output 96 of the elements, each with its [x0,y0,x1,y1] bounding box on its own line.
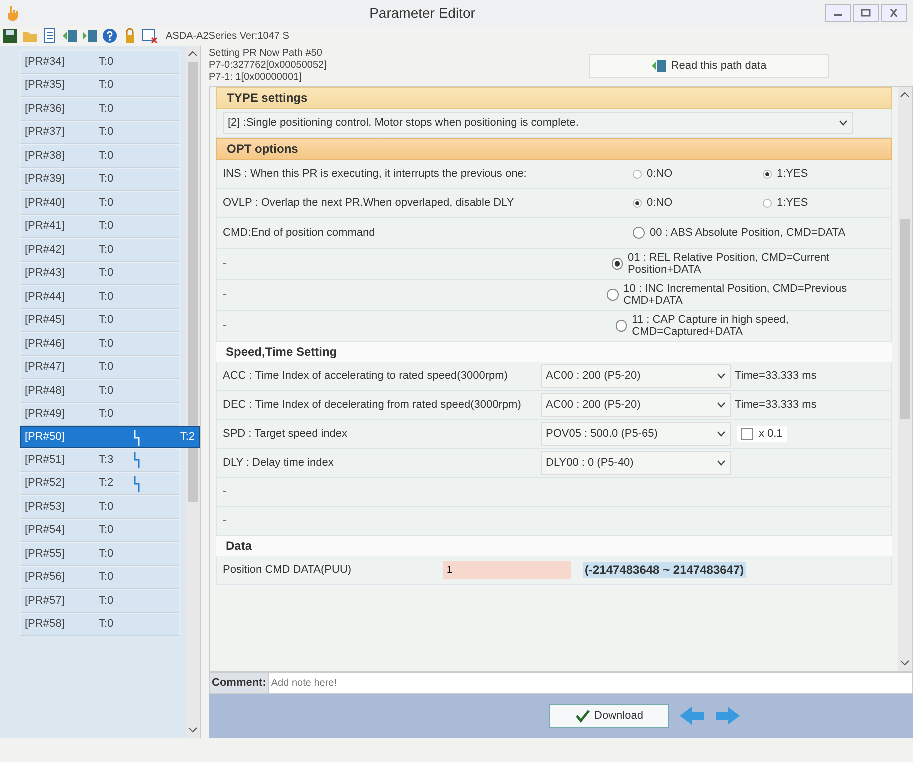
caret-icon[interactable] [717,431,726,437]
path-list-item[interactable]: [PR#42] T:0 [20,238,180,262]
window-icon[interactable] [142,28,159,44]
index-dropdown[interactable]: AC00 : 200 (P5-20) [541,364,731,388]
radio-button[interactable]: 01 : REL Relative Position, CMD=Current Position+DATA [612,252,891,276]
close-button[interactable] [881,4,907,22]
index-dropdown[interactable]: POV05 : 500.0 (P5-65) [541,422,731,446]
setting-label: DLY : Delay time index [223,457,335,469]
time-value: Time=33.333 ms [735,399,817,411]
radio-button[interactable]: 0:NO [633,197,723,209]
path-list-item[interactable]: [PR#58] T:0 [20,612,180,636]
path-list-item[interactable]: [PR#34] T:0 [20,50,180,74]
path-list-item[interactable]: [PR#49] T:0 [20,402,180,426]
range-text: (-2147483648 ~ 2147483647) [583,562,746,578]
option-label: - [223,258,228,270]
time-value: Time=33.333 ms [735,370,817,382]
radio-circle[interactable] [633,170,642,178]
radio-button[interactable]: 0:NO [633,168,723,180]
version-label: ASDA-A2Series Ver:1047 S [166,30,290,42]
path-list-item[interactable]: [PR#36] T:0 [20,97,180,120]
download-button[interactable]: Download [549,704,669,728]
path-list-item[interactable]: [PR#54] T:0 [20,518,180,542]
comment-field[interactable]: Add note here! [269,672,913,694]
caret-icon[interactable] [717,460,726,466]
radio-button[interactable]: 11 : CAP Capture in high speed, CMD=Captured+DATA [616,314,891,338]
index-dropdown[interactable]: AC00 : 200 (P5-20) [541,393,731,417]
close-icon[interactable] [889,9,899,17]
radio-circle[interactable] [633,227,645,239]
setting-label: - [223,486,228,498]
path-info-text: P7-0:327762[0x00050052] [209,60,328,72]
radio-button[interactable]: 1:YES [763,197,853,209]
option-label: CMD:End of position command [223,227,376,239]
scroll-bar[interactable] [898,87,912,671]
radio-circle[interactable] [616,320,628,332]
path-list-item[interactable]: [PR#47] T:0 [20,356,180,379]
radio-circle[interactable] [633,198,642,208]
setting-label: SPD : Target speed index [223,428,349,440]
path-list-item[interactable]: [PR#38] T:0 [20,144,180,168]
section-header[interactable]: Data [216,536,892,556]
option-label: - [223,289,228,301]
path-list-item[interactable]: [PR#56] T:0 [20,566,180,589]
path-list-item[interactable]: [PR#50] T:2 [20,426,200,448]
caret-icon[interactable] [839,120,848,126]
radio-button[interactable]: 1:YES [763,168,853,180]
path-list-item[interactable]: [PR#35] T:0 [20,74,180,97]
radio-button[interactable]: 10 : INC Incremental Position, CMD=Previous CMD+DATA [607,283,891,307]
read-icon[interactable] [651,58,668,74]
path-list-item[interactable]: [PR#39] T:0 [20,168,180,191]
maximize-icon[interactable] [861,9,871,17]
path-list-item[interactable]: [PR#40] T:0 [20,191,180,214]
section-header[interactable]: TYPE settings [216,87,892,109]
path-list-item[interactable]: [PR#57] T:0 [20,589,180,612]
path-list-item[interactable]: [PR#46] T:0 [20,332,180,356]
minimize-button[interactable] [825,4,851,22]
path-list-item[interactable]: [PR#45] T:0 [20,308,180,332]
setting-label: DEC : Time Index of decelerating from rated speed(3000rpm) [223,399,522,411]
radio-circle[interactable] [612,258,623,270]
option-label: INS : When this PR is executing, it interrupts the previous one: [223,168,528,180]
path-list-item[interactable]: [PR#48] T:0 [20,379,180,402]
path-list-item[interactable]: [PR#52] T:2 [20,472,180,495]
setting-label: - [223,515,228,527]
path-list-item[interactable]: [PR#55] T:0 [20,542,180,566]
path-list-item[interactable]: [PR#41] T:0 [20,214,180,238]
comment-label: Comment: [209,672,270,694]
data-input-field[interactable]: 1 [443,561,571,579]
path-info-text: P7-1: 1[0x00000001] [209,72,303,84]
hand-icon [6,5,20,21]
option-label: OVLP : Overlap the next PR.When opverlaped, disable DLY [223,197,516,209]
window-title: Parameter Editor [368,5,476,21]
maximize-button[interactable] [853,4,879,22]
section-header[interactable]: Speed,Time Setting [216,342,892,362]
radio-circle[interactable] [763,170,772,178]
radio-circle[interactable] [763,198,772,208]
caret-icon[interactable] [717,402,726,408]
radio-circle[interactable] [607,289,619,301]
data-label: Position CMD DATA(PUU) [223,564,353,576]
path-info-text: Setting PR Now Path #50 [209,48,324,60]
read-path-button[interactable]: Read this path data [589,54,829,78]
multiplier-checkbox[interactable]: x 0.1 [737,426,787,442]
path-list-item[interactable]: [PR#37] T:0 [20,120,180,144]
caret-icon[interactable] [717,373,726,379]
upload-icon[interactable] [62,28,79,44]
radio-button[interactable]: 00 : ABS Absolute Position, CMD=DATA [633,227,846,239]
section-header[interactable]: OPT options [216,138,892,160]
save-icon[interactable] [2,28,19,44]
path-list-item[interactable]: [PR#53] T:0 [20,495,180,518]
path-list-item[interactable]: [PR#51] T:3 [20,448,180,472]
path-list-item[interactable]: [PR#44] T:0 [20,285,180,308]
check-icon[interactable] [574,709,591,723]
type-dropdown[interactable]: [2] :Single positioning control. Motor stops when positioning is complete. [223,112,853,134]
index-dropdown[interactable]: DLY00 : 0 (P5-40) [541,451,731,475]
setting-label: ACC : Time Index of accelerating to rated speed(3000rpm) [223,370,509,382]
path-list-item[interactable]: [PR#43] T:0 [20,262,180,285]
help-icon[interactable] [102,28,119,44]
option-label: - [223,320,228,332]
download-icon[interactable] [82,28,99,44]
